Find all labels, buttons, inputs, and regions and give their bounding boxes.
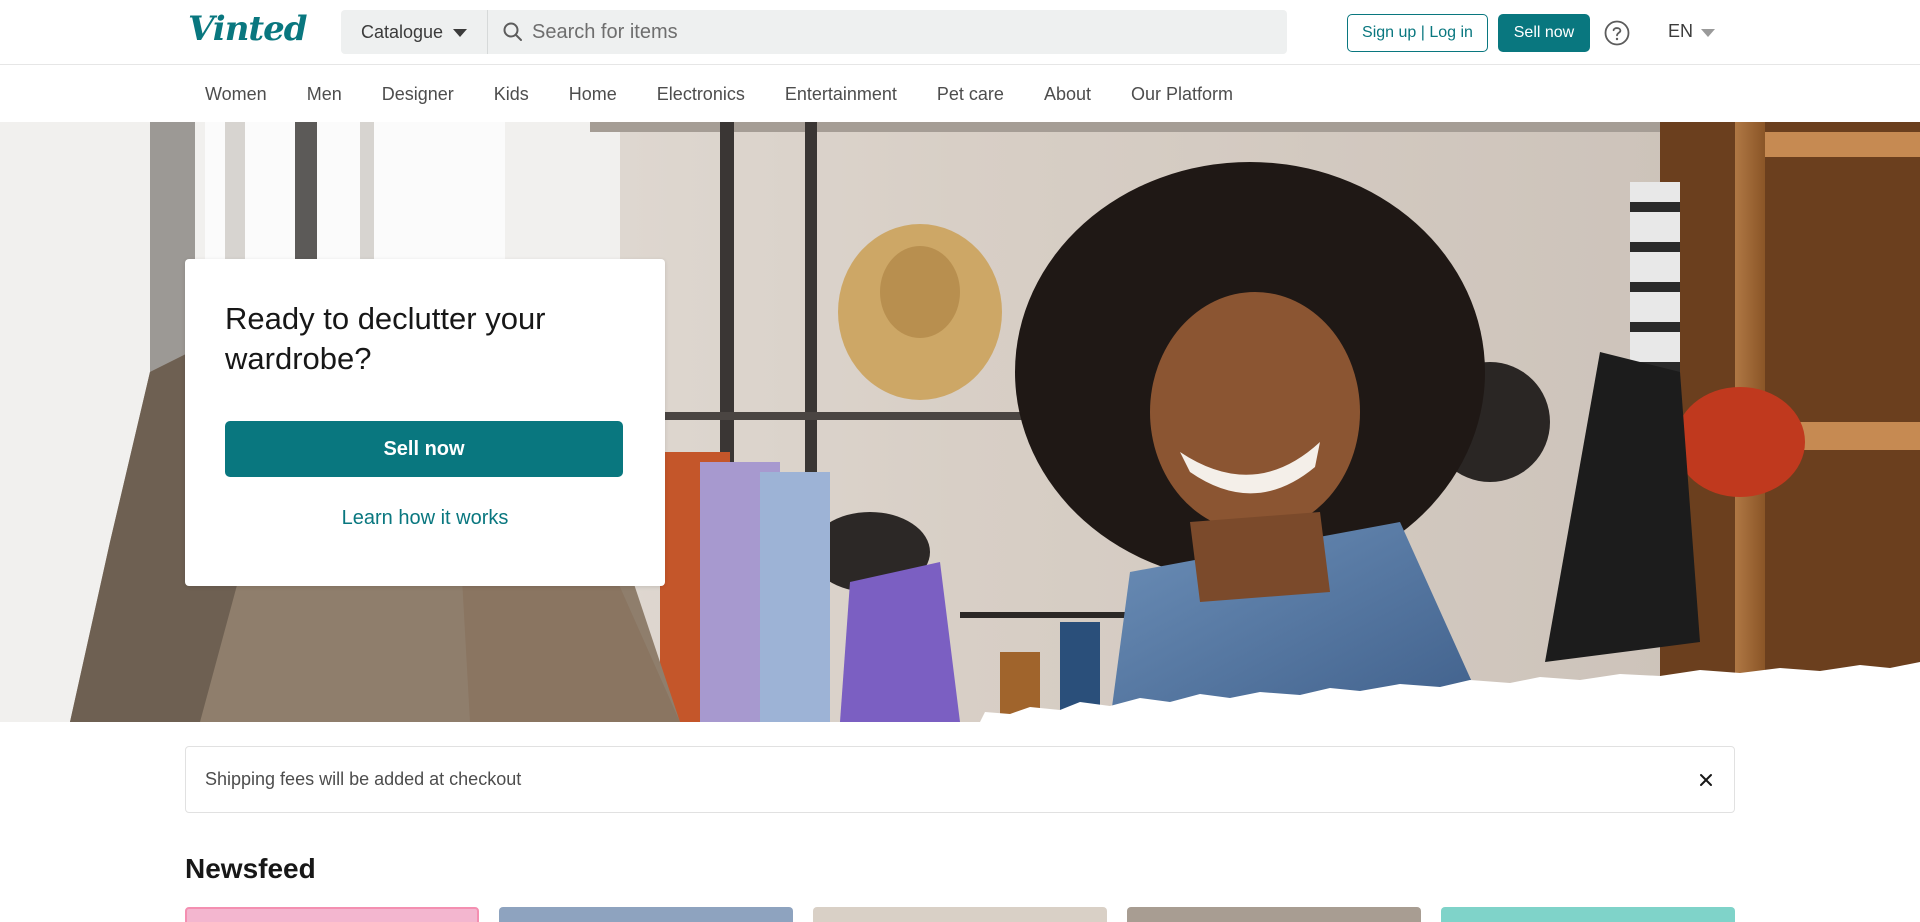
top-header: Vinted Catalogue Sign up | Log in Sell n… bbox=[0, 0, 1920, 65]
nav-item-about[interactable]: About bbox=[1024, 84, 1111, 105]
nav-item-electronics[interactable]: Electronics bbox=[637, 84, 765, 105]
hero-banner: Ready to declutter your wardrobe? Sell n… bbox=[0, 122, 1920, 722]
nav-item-pet-care[interactable]: Pet care bbox=[917, 84, 1024, 105]
item-thumbnail[interactable] bbox=[1441, 907, 1735, 922]
language-selector[interactable]: EN bbox=[1668, 21, 1716, 42]
item-thumbnail[interactable] bbox=[1127, 907, 1421, 922]
category-nav: Women Men Designer Kids Home Electronics… bbox=[0, 66, 1920, 122]
shipping-notice-text: Shipping fees will be added at checkout bbox=[205, 769, 522, 789]
close-icon[interactable] bbox=[1694, 768, 1718, 792]
chevron-down-icon bbox=[453, 29, 468, 37]
nav-item-men[interactable]: Men bbox=[287, 84, 362, 105]
signup-login-button[interactable]: Sign up | Log in bbox=[1347, 14, 1488, 52]
nav-item-designer[interactable]: Designer bbox=[362, 84, 474, 105]
item-thumbnail[interactable] bbox=[185, 907, 479, 922]
item-thumbnail[interactable] bbox=[813, 907, 1107, 922]
search-bar: Catalogue bbox=[341, 10, 1287, 54]
learn-how-it-works-link[interactable]: Learn how it works bbox=[225, 507, 625, 530]
hero-card: Ready to declutter your wardrobe? Sell n… bbox=[185, 259, 665, 586]
hero-title: Ready to declutter your wardrobe? bbox=[225, 301, 546, 376]
nav-item-kids[interactable]: Kids bbox=[474, 84, 549, 105]
help-icon[interactable] bbox=[1604, 20, 1630, 46]
vinted-logo[interactable]: Vinted bbox=[188, 9, 308, 49]
catalogue-dropdown[interactable]: Catalogue bbox=[341, 10, 488, 54]
search-input[interactable] bbox=[532, 12, 1287, 52]
nav-item-entertainment[interactable]: Entertainment bbox=[765, 84, 917, 105]
sell-now-header-button[interactable]: Sell now bbox=[1498, 14, 1590, 52]
search-icon bbox=[502, 21, 524, 43]
nav-item-home[interactable]: Home bbox=[549, 84, 637, 105]
hero-sell-now-button[interactable]: Sell now bbox=[225, 421, 623, 477]
language-label: EN bbox=[1668, 21, 1694, 41]
nav-item-women[interactable]: Women bbox=[185, 84, 287, 105]
shipping-notice: Shipping fees will be added at checkout bbox=[185, 746, 1735, 813]
catalogue-label: Catalogue bbox=[360, 21, 444, 42]
nav-item-our-platform[interactable]: Our Platform bbox=[1111, 84, 1253, 105]
chevron-down-icon bbox=[1701, 28, 1716, 37]
item-thumbnail[interactable] bbox=[499, 907, 793, 922]
newsfeed-items bbox=[185, 907, 1735, 922]
newsfeed-title: Newsfeed bbox=[185, 853, 316, 884]
